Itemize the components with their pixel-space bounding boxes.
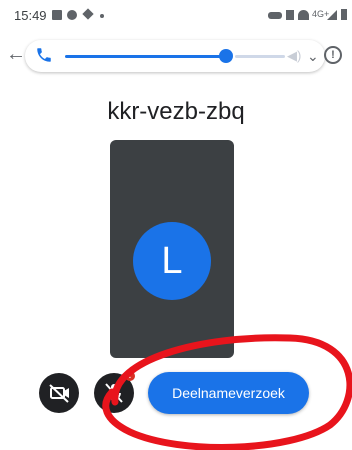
volume-track-empty [235, 55, 285, 58]
meeting-code: kkr-vezb-zbq [107, 98, 245, 125]
gallery-icon [52, 10, 62, 20]
camera-off-icon [49, 384, 69, 403]
key-icon [268, 12, 282, 19]
phone-icon[interactable] [35, 46, 53, 64]
status-time: 15:49 [14, 8, 47, 23]
battery-icon [341, 9, 347, 20]
status-bar: 15:49 4G+ [0, 0, 352, 30]
wifi-icon [298, 10, 309, 20]
volume-track-filled [65, 55, 225, 58]
tools-icon [82, 8, 94, 20]
network-type: 4G+ [312, 9, 330, 19]
settings-icon [67, 10, 77, 20]
avatar: L [133, 222, 211, 300]
mic-warning-badge: ! [125, 371, 135, 381]
back-arrow-icon[interactable]: ← [6, 44, 26, 64]
camera-off-button[interactable] [39, 373, 79, 413]
avatar-letter: L [161, 240, 183, 282]
more-notifications-icon [100, 14, 104, 18]
info-icon[interactable]: ! [324, 46, 342, 64]
volume-slider-thumb[interactable] [219, 49, 233, 63]
mute-icon [286, 10, 294, 20]
volume-panel: ◀) ⌄ [25, 40, 325, 72]
request-join-button[interactable]: Deelnameverzoek [148, 372, 309, 414]
chevron-down-icon[interactable]: ⌄ [307, 48, 319, 65]
speaker-icon: ◀) [287, 48, 302, 63]
